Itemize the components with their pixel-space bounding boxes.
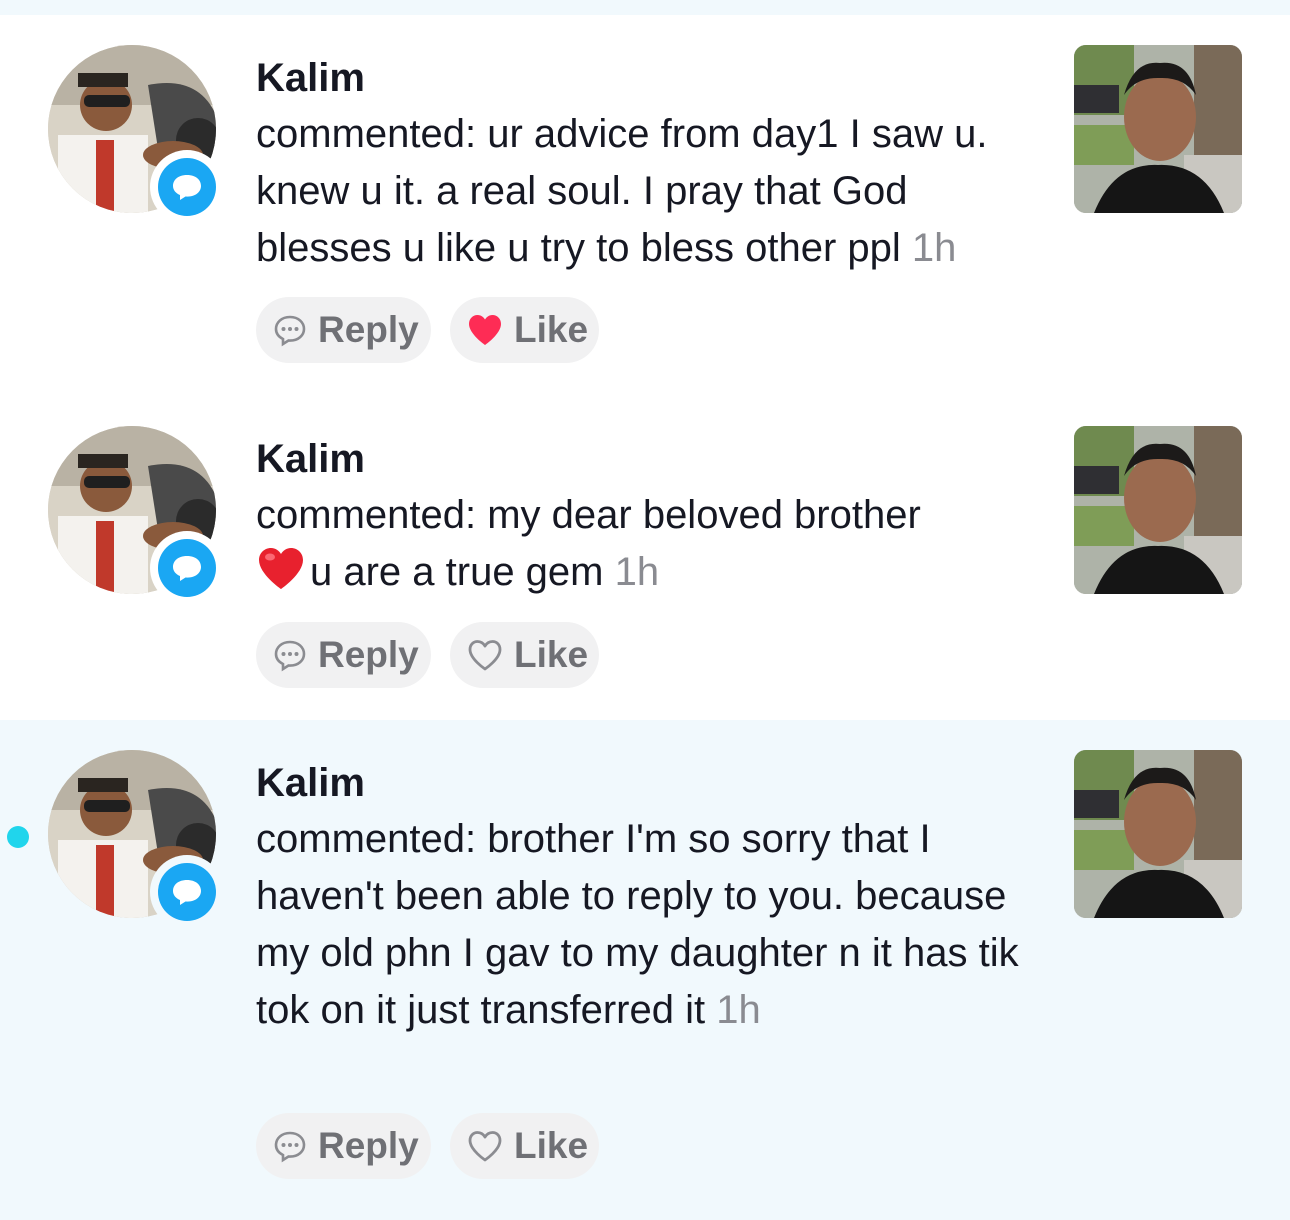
like-label: Like [514, 309, 589, 350]
comment-body-continued: u are a true gem [310, 550, 604, 594]
like-button[interactable]: Like [450, 297, 599, 363]
video-thumbnail-image [1074, 426, 1242, 594]
timestamp: 1h [614, 550, 660, 594]
video-thumbnail-image [1074, 750, 1242, 918]
username[interactable]: Kalim [256, 755, 1026, 811]
comment-body: commented: ur advice from day1 I saw u. … [256, 112, 988, 270]
notification-content: Kalim commented: ur advice from day1 I s… [256, 50, 1046, 277]
speech-bubble-icon [272, 312, 308, 348]
notification-content: Kalim commented: my dear beloved brother… [256, 431, 1046, 601]
comment-bubble-icon [158, 158, 216, 216]
notifications-page: Kalim commented: ur advice from day1 I s… [0, 0, 1290, 1220]
reply-button[interactable]: Reply [256, 297, 431, 363]
notification-content: Kalim commented: brother I'm so sorry th… [256, 755, 1026, 1039]
notification-item-unread[interactable]: Kalim commented: brother I'm so sorry th… [0, 720, 1290, 1220]
video-thumbnail[interactable] [1074, 426, 1242, 594]
previous-item-edge [0, 0, 1290, 15]
comment-text: commented: ur advice from day1 I saw u. … [256, 106, 1046, 277]
username[interactable]: Kalim [256, 50, 1046, 106]
reply-button[interactable]: Reply [256, 622, 431, 688]
heart-icon [466, 312, 504, 348]
username[interactable]: Kalim [256, 431, 1046, 487]
notification-item[interactable]: Kalim commented: my dear beloved brother… [0, 390, 1290, 720]
comment-text: commented: brother I'm so sorry that I h… [256, 811, 1026, 1039]
video-thumbnail-image [1074, 45, 1242, 213]
heart-emoji-icon [259, 548, 303, 589]
speech-bubble-icon [272, 1128, 308, 1164]
video-thumbnail[interactable] [1074, 750, 1242, 918]
reply-label: Reply [318, 1125, 419, 1166]
heart-outline-icon [466, 1128, 504, 1164]
reply-label: Reply [318, 309, 419, 350]
timestamp: 1h [911, 226, 957, 270]
video-thumbnail[interactable] [1074, 45, 1242, 213]
unread-indicator [7, 826, 29, 848]
like-button[interactable]: Like [450, 622, 599, 688]
notification-item[interactable]: Kalim commented: ur advice from day1 I s… [0, 15, 1290, 390]
like-label: Like [514, 634, 589, 675]
comment-bubble-icon [158, 539, 216, 597]
reply-label: Reply [318, 634, 419, 675]
like-label: Like [514, 1125, 589, 1166]
comment-body: commented: brother I'm so sorry that I h… [256, 817, 1019, 1032]
comment-badge [150, 150, 224, 224]
comment-badge [150, 531, 224, 605]
like-button[interactable]: Like [450, 1113, 599, 1179]
reply-button[interactable]: Reply [256, 1113, 431, 1179]
comment-text: commented: my dear beloved brother u are… [256, 487, 1046, 601]
comment-body: commented: my dear beloved brother [256, 493, 921, 537]
speech-bubble-icon [272, 637, 308, 673]
timestamp: 1h [716, 988, 761, 1032]
comment-badge [150, 855, 224, 929]
heart-outline-icon [466, 637, 504, 673]
comment-bubble-icon [158, 863, 216, 921]
